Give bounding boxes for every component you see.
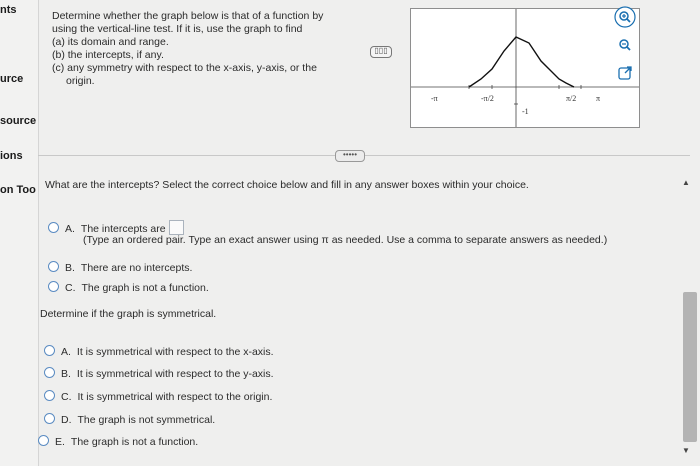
radio-icon[interactable]	[48, 261, 59, 272]
sidebar-item-points[interactable]: nts	[0, 4, 17, 16]
radio-icon[interactable]	[48, 281, 59, 292]
question-intro-2: using the vertical-line test. If it is, …	[52, 23, 303, 35]
function-graph: -π -π/2 π/2 π -1	[410, 8, 640, 128]
label-neg-one: -1	[522, 107, 529, 116]
label-neg-pi: -π	[431, 94, 438, 103]
radio-icon[interactable]	[38, 435, 49, 446]
scroll-up-icon[interactable]: ▲	[682, 178, 690, 187]
symmetry-choice-d[interactable]: D. The graph is not symmetrical.	[44, 413, 215, 426]
intercepts-note: (Type an ordered pair. Type an exact ans…	[83, 234, 608, 246]
expand-handle-top[interactable]: ▯▯▯	[370, 46, 392, 58]
expand-handle-middle[interactable]: •••••	[335, 150, 365, 162]
zoom-out-icon[interactable]	[614, 34, 636, 56]
popout-icon[interactable]	[614, 62, 636, 84]
sidebar-item-questions[interactable]: ions	[0, 150, 23, 162]
intercepts-answer-input[interactable]	[168, 220, 184, 235]
scroll-down-icon[interactable]: ▼	[682, 446, 690, 455]
radio-icon[interactable]	[44, 390, 55, 401]
question-part-a: (a) its domain and range.	[52, 36, 169, 48]
intercepts-choice-b[interactable]: B. There are no intercepts.	[48, 261, 192, 274]
intercepts-prompt: What are the intercepts? Select the corr…	[45, 179, 529, 191]
vertical-scrollbar[interactable]	[683, 292, 697, 442]
label-neg-pi-half: -π/2	[481, 94, 494, 103]
symmetry-heading: Determine if the graph is symmetrical.	[40, 308, 217, 320]
question-part-c: (c) any symmetry with respect to the x-a…	[52, 62, 317, 74]
left-sidebar: nts urce source ions on Too	[0, 0, 39, 466]
symmetry-choice-a[interactable]: A. It is symmetrical with respect to the …	[44, 345, 274, 358]
radio-icon[interactable]	[48, 222, 59, 233]
label-pi-half: π/2	[566, 94, 576, 103]
graph-svg: -π -π/2 π/2 π -1	[411, 9, 639, 127]
curve-line	[468, 36, 575, 88]
intercepts-choice-a[interactable]: A. The intercepts are	[48, 220, 184, 235]
symmetry-choice-b[interactable]: B. It is symmetrical with respect to the …	[44, 367, 274, 380]
intercepts-choice-c[interactable]: C. The graph is not a function.	[48, 281, 209, 294]
radio-icon[interactable]	[44, 345, 55, 356]
sidebar-item-source[interactable]: source	[0, 115, 36, 127]
question-intro: Determine whether the graph below is tha…	[52, 10, 324, 22]
zoom-in-icon[interactable]	[614, 6, 636, 28]
question-part-b: (b) the intercepts, if any.	[52, 49, 164, 61]
symmetry-choice-c[interactable]: C. It is symmetrical with respect to the …	[44, 390, 272, 403]
symmetry-choice-e[interactable]: E. The graph is not a function.	[38, 435, 198, 448]
radio-icon[interactable]	[44, 413, 55, 424]
question-part-c-2: origin.	[66, 75, 95, 87]
main-content: Determine whether the graph below is tha…	[38, 0, 700, 466]
radio-icon[interactable]	[44, 367, 55, 378]
sidebar-item-resource[interactable]: urce	[0, 73, 23, 85]
question-text: Determine whether the graph below is tha…	[52, 10, 352, 88]
sidebar-item-tools[interactable]: on Too	[0, 184, 36, 196]
label-pi: π	[596, 94, 600, 103]
